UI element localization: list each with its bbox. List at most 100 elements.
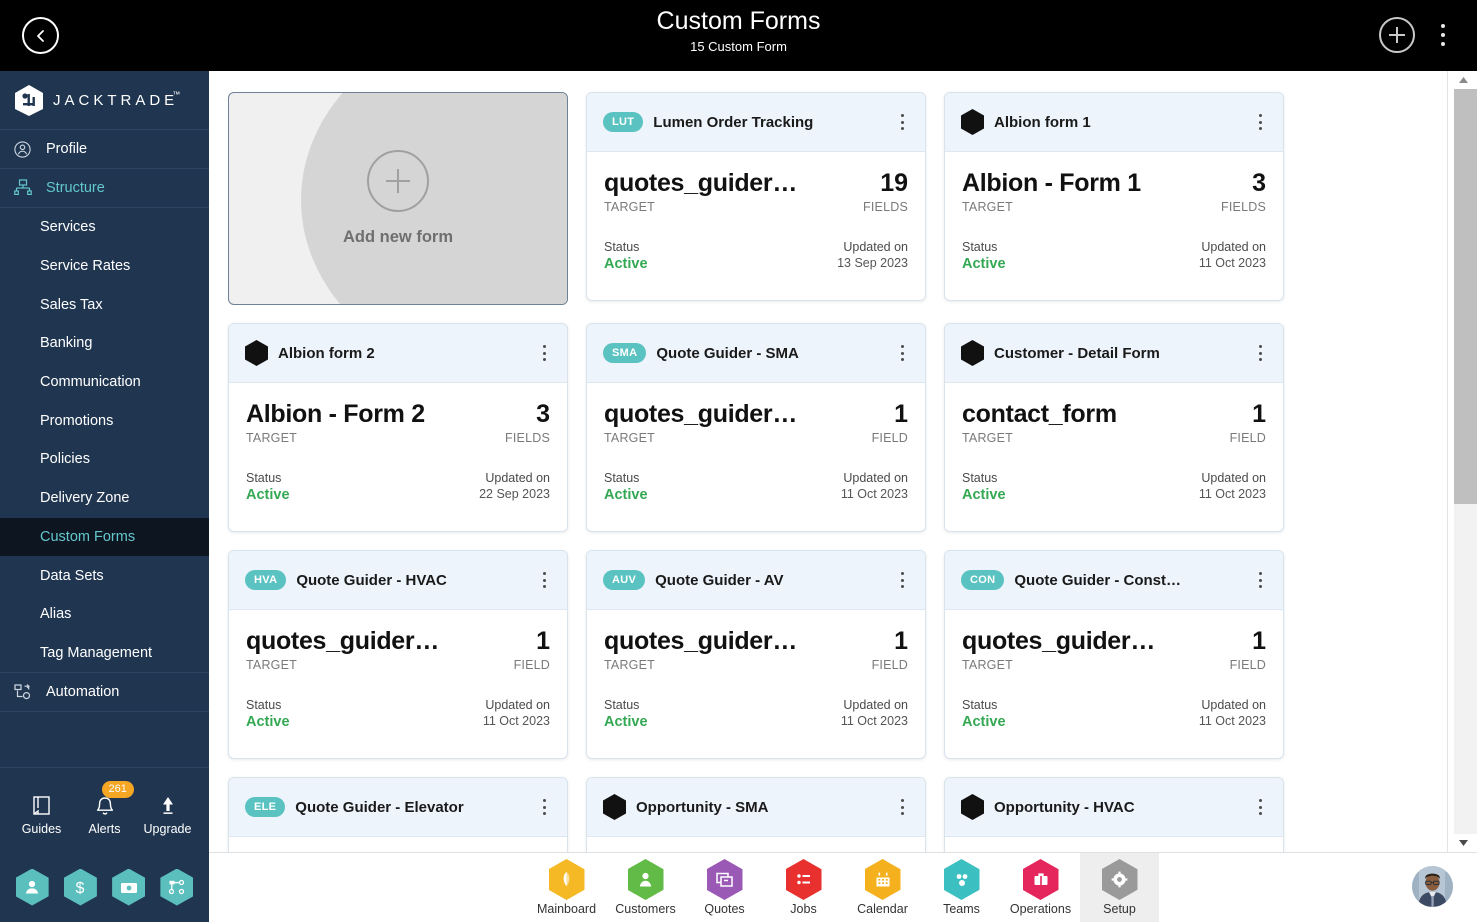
sidebar-item-banking[interactable]: Banking (0, 324, 209, 363)
sidebar-item-label: Data Sets (40, 567, 104, 584)
add-form-button[interactable] (1379, 17, 1415, 53)
customers-icon (627, 859, 664, 900)
quick-person-button[interactable] (15, 868, 49, 906)
form-target-name: quotes_guider… (246, 628, 440, 655)
form-card[interactable]: CON Quote Guider - Const… quotes_guider…… (944, 550, 1284, 759)
form-card-title: Quote Guider - HVAC (296, 571, 447, 589)
form-fields-label: FIELD (871, 431, 908, 445)
back-button[interactable] (22, 17, 59, 54)
bottom-nav-calendar[interactable]: Calendar (843, 853, 922, 922)
bottom-nav-label: Operations (1009, 902, 1072, 916)
sidebar-item-automation[interactable]: Automation (0, 673, 209, 713)
sidebar-item-delivery-zone[interactable]: Delivery Zone (0, 479, 209, 518)
kebab-dot (1441, 33, 1445, 37)
sidebar-item-profile[interactable]: Profile (0, 130, 209, 169)
sidebar-item-structure[interactable]: Structure (0, 169, 209, 208)
plus-circle-icon (367, 150, 429, 212)
quick-billing-button[interactable]: $ (63, 868, 97, 906)
bottom-nav-label: Mainboard (536, 902, 597, 916)
guides-button[interactable]: Guides (11, 785, 73, 836)
upgrade-button[interactable]: Upgrade (137, 785, 199, 836)
bottom-nav-label: Calendar (857, 902, 908, 916)
sidebar-item-tag-management[interactable]: Tag Management (0, 634, 209, 673)
form-fields-label: FIELD (513, 658, 550, 672)
bottom-nav-teams[interactable]: Teams (922, 853, 1001, 922)
form-target-label: TARGET (962, 658, 1013, 672)
form-card[interactable]: AUV Quote Guider - AV quotes_guider… TAR… (586, 550, 926, 759)
form-card[interactable]: Opportunity - SMA (586, 777, 926, 852)
person-icon (25, 880, 39, 894)
bottom-nav-customers[interactable]: Customers (606, 853, 685, 922)
sidebar-item-services[interactable]: Services (0, 208, 209, 247)
sidebar-item-label: Service Rates (40, 258, 131, 275)
scroll-up-arrow-icon[interactable] (1448, 71, 1477, 89)
form-card-menu-button[interactable] (1251, 796, 1269, 818)
form-card[interactable]: Albion form 2 Albion - Form 2 TARGET 3 F… (228, 323, 568, 532)
form-card-body (229, 837, 567, 852)
upgrade-label: Upgrade (143, 821, 192, 836)
sidebar-item-custom-forms[interactable]: Custom Forms (0, 517, 209, 557)
sidebar-item-data-sets[interactable]: Data Sets (0, 556, 209, 595)
content-scrollbar[interactable] (1447, 71, 1477, 852)
app-root: Custom Forms 15 Custom Form JACKTRADE ™ (0, 0, 1477, 922)
form-card-menu-button[interactable] (1251, 569, 1269, 591)
form-card-title: Albion form 2 (278, 344, 375, 362)
sidebar-item-sales-tax[interactable]: Sales Tax (0, 285, 209, 324)
kebab-dot (1441, 42, 1445, 46)
alerts-button[interactable]: 261 Alerts (74, 780, 136, 836)
form-card[interactable]: HVA Quote Guider - HVAC quotes_guider… T… (228, 550, 568, 759)
scrollbar-thumb[interactable] (1454, 89, 1477, 504)
form-card-header: AUV Quote Guider - AV (587, 551, 925, 610)
form-status-value: Active (962, 256, 1006, 272)
bottom-nav-label: Quotes (704, 902, 745, 916)
form-tag-badge: CON (961, 570, 1005, 590)
form-card-body: Albion - Form 1 TARGET 3 FIELDS Status A… (945, 152, 1283, 273)
top-more-menu-button[interactable] (1433, 22, 1453, 48)
form-updated-date: 11 Oct 2023 (1198, 714, 1266, 728)
form-card[interactable]: Customer - Detail Form contact_form TARG… (944, 323, 1284, 532)
form-fields-label: FIELD (1229, 431, 1266, 445)
add-new-form-card[interactable]: Add new form (228, 92, 568, 305)
sidebar-item-service-rates[interactable]: Service Rates (0, 247, 209, 286)
user-avatar[interactable] (1412, 866, 1453, 907)
sidebar-item-policies[interactable]: Policies (0, 440, 209, 479)
sidebar-item-communication[interactable]: Communication (0, 363, 209, 402)
sidebar-item-promotions[interactable]: Promotions (0, 401, 209, 440)
teams-icon (943, 859, 980, 900)
quick-payment-button[interactable] (112, 868, 146, 906)
form-card-body: quotes_guider… TARGET 1 FIELD Status Act… (945, 610, 1283, 731)
form-updated-label: Updated on (485, 698, 550, 712)
form-card-menu-button[interactable] (535, 342, 553, 364)
sidebar-item-alias[interactable]: Alias (0, 595, 209, 634)
quick-workflow-button[interactable] (160, 868, 194, 906)
bottom-nav-operations[interactable]: Operations (1001, 853, 1080, 922)
form-card-menu-button[interactable] (893, 796, 911, 818)
form-target-name: quotes_guider… (604, 628, 798, 655)
form-card[interactable]: Opportunity - HVAC (944, 777, 1284, 852)
form-card[interactable]: ELE Quote Guider - Elevator (228, 777, 568, 852)
chevron-left-icon (36, 29, 44, 42)
form-target-name: Albion - Form 1 (962, 170, 1141, 197)
form-card-menu-button[interactable] (535, 569, 553, 591)
bottom-nav-setup[interactable]: Setup (1080, 852, 1159, 922)
form-fields-label: FIELDS (505, 431, 550, 445)
form-updated-label: Updated on (843, 240, 908, 254)
bottom-nav-quotes[interactable]: Quotes (685, 853, 764, 922)
bottom-nav-jobs[interactable]: Jobs (764, 853, 843, 922)
form-card[interactable]: SMA Quote Guider - SMA quotes_guider… TA… (586, 323, 926, 532)
form-card-menu-button[interactable] (893, 111, 911, 133)
form-card[interactable]: LUT Lumen Order Tracking quotes_guider… … (586, 92, 926, 301)
form-card-menu-button[interactable] (535, 796, 553, 818)
form-card-header: ELE Quote Guider - Elevator (229, 778, 567, 837)
form-card-menu-button[interactable] (1251, 342, 1269, 364)
bottom-nav-mainboard[interactable]: Mainboard (527, 853, 606, 922)
form-card-menu-button[interactable] (893, 342, 911, 364)
bottom-nav-dock: Mainboard Customers Quotes Jobs Calendar… (527, 852, 1159, 922)
form-card[interactable]: Albion form 1 Albion - Form 1 TARGET 3 F… (944, 92, 1284, 301)
form-status-value: Active (962, 714, 1006, 730)
form-card-menu-button[interactable] (893, 569, 911, 591)
form-card-menu-button[interactable] (1251, 111, 1269, 133)
bottom-nav-label: Teams (943, 902, 980, 916)
scroll-down-arrow-icon[interactable] (1448, 834, 1477, 852)
form-card-header: Albion form 1 (945, 93, 1283, 152)
